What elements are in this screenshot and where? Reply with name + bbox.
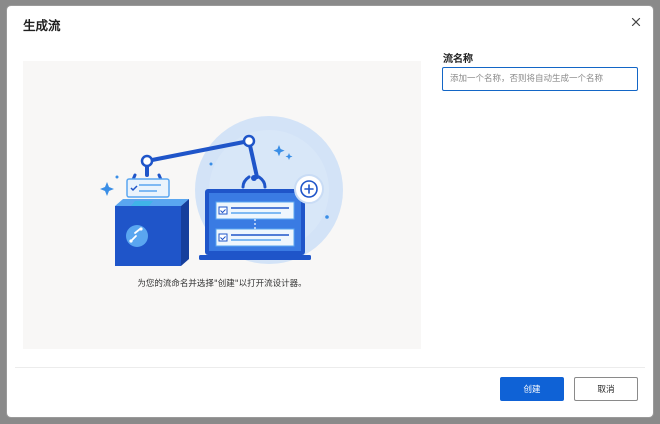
illustration-panel: 为您的流命名并选择"创建"以打开流设计器。	[23, 61, 421, 349]
create-flow-dialog: 生成流 为您的流命名并选择"创建"以打开流设计器。 流名称 添加一个名称，否则将…	[7, 6, 653, 417]
dialog-title: 生成流	[23, 18, 61, 33]
flow-designer-illustration	[100, 116, 343, 266]
cancel-button[interactable]: 取消	[574, 377, 638, 401]
close-icon[interactable]	[629, 15, 643, 29]
illustration-caption: 为您的流命名并选择"创建"以打开流设计器。	[137, 279, 307, 289]
create-button[interactable]: 创建	[500, 377, 564, 401]
footer-divider	[15, 367, 645, 368]
flow-name-label: 流名称	[443, 54, 473, 65]
flow-name-input[interactable]	[442, 67, 638, 91]
